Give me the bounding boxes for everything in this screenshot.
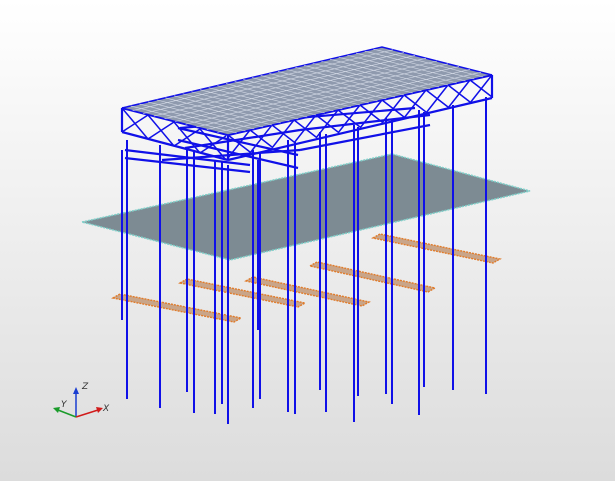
z-axis-label: Z: [81, 382, 89, 392]
footing-strip: [178, 278, 307, 308]
x-axis-arrow: [96, 407, 103, 413]
footing-strip: [308, 261, 437, 293]
truss-diagonal: [121, 114, 149, 133]
structure-scene: Z X Y: [53, 46, 531, 424]
y-axis-label: Y: [61, 400, 68, 410]
x-axis-label: X: [102, 404, 110, 414]
footing-strip: [244, 276, 371, 307]
footing-strips: [111, 233, 502, 323]
truss-diagonal: [147, 121, 175, 140]
z-axis-arrow: [73, 387, 79, 394]
floor-slab: [81, 153, 531, 261]
axis-triad: Z X Y: [53, 382, 110, 418]
y-axis-arrow: [53, 407, 60, 413]
model-viewport[interactable]: Z X Y: [0, 0, 615, 481]
y-axis-line: [57, 409, 77, 418]
roof-deck: [121, 46, 493, 136]
x-axis-line: [75, 409, 99, 418]
